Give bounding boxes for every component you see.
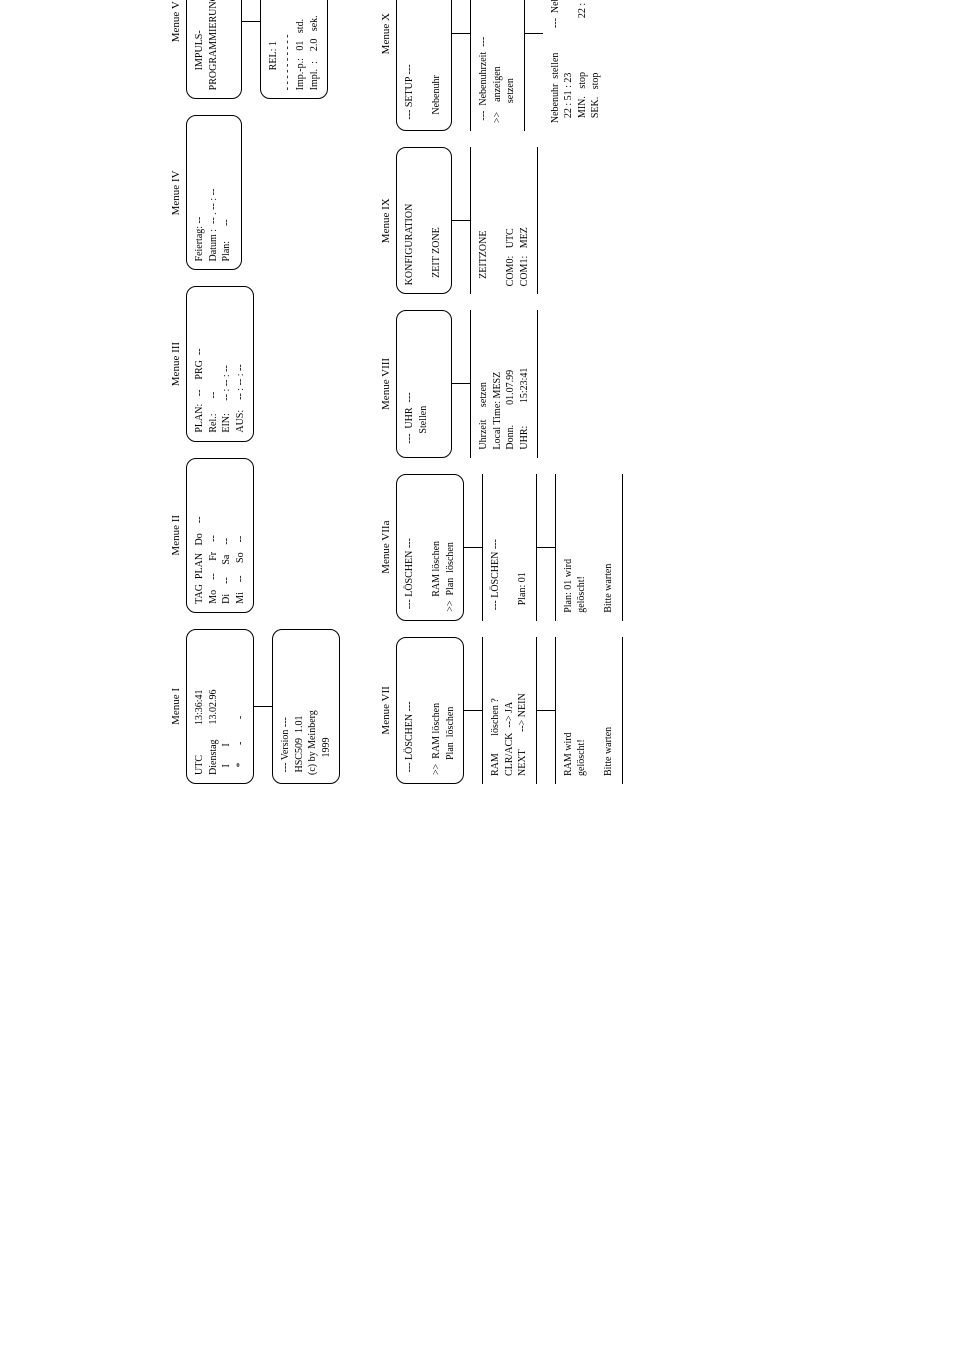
menu-sub-box: RAM löschen ? CLR/ACK --> JA NEXT --> NE…: [482, 637, 537, 784]
menu-title: Menue V: [170, 0, 182, 99]
menu-sub-box: REL: 1 - - - - - - - - - - Imp.-p.: 01 s…: [260, 0, 328, 99]
menu-row-2: Menue VII --- LÖSCHEN --- >> RAM löschen…: [380, 0, 623, 784]
menu-col-4: Menue IV Feiertag: -- Datum : -- . -- : …: [170, 115, 340, 270]
menu-col-1: Menue I UTC 13:36:41 Dienstag 13.02.96 I…: [170, 629, 340, 784]
menu-sub-box: ZEITZONE COM0: UTC COM1: MEZ: [470, 147, 538, 294]
menu-title: Menue II: [170, 458, 182, 613]
menu-row-1: Menue I UTC 13:36:41 Dienstag 13.02.96 I…: [170, 0, 340, 784]
menu-sub-box: --- Nebenuhrzeit --- 22 : 51 : 23: [543, 0, 609, 39]
connector: [525, 0, 543, 131]
connector: [254, 629, 272, 784]
menu-title: Menue I: [170, 629, 182, 784]
menu-col-9: Menue IX KONFIGURATION ZEIT ZONE ZEITZON…: [380, 147, 623, 294]
menu-box: --- LÖSCHEN --- RAM löschen >> Plan lösc…: [396, 474, 464, 621]
menu-box: Feiertag: -- Datum : -- . -- : -- Plan: …: [186, 115, 242, 270]
menu-col-5: Menue V IMPULS- PROGRAMMIERUNG REL: 1 - …: [170, 0, 340, 99]
menu-col-7: Menue VII --- LÖSCHEN --- >> RAM löschen…: [380, 637, 623, 784]
menu-sub-box: --- LÖSCHEN --- Plan: 01: [482, 474, 537, 621]
menu-box: --- UHR --- Stellen: [396, 310, 452, 457]
menu-box: --- SETUP --- Nebenuhr: [396, 0, 452, 131]
connector: [452, 0, 470, 131]
menu-title: Menue IV: [170, 115, 182, 270]
connector: [242, 0, 260, 99]
connector: [452, 310, 470, 457]
menu-title: Menue III: [170, 286, 182, 441]
menu-box: IMPULS- PROGRAMMIERUNG: [186, 0, 242, 99]
menu-box: KONFIGURATION ZEIT ZONE: [396, 147, 452, 294]
menu-title: Menue IX: [380, 147, 392, 294]
menu-title: Menue VIII: [380, 310, 392, 457]
menu-title: Menue VII: [380, 637, 392, 784]
menu-sub-box: --- Nebenuhrzeit --- >> anzeigen setzen: [470, 0, 525, 131]
menu-sub-box: Nebenuhr stellen 22 : 51 : 23 MIN. stop …: [543, 45, 609, 132]
menu-title: Menue VIIa: [380, 474, 392, 621]
menu-col-2: Menue II TAG PLAN Do -- Mo -- Fr -- Di -…: [170, 458, 340, 613]
connector: [452, 147, 470, 294]
menu-col-7a: Menue VIIa --- LÖSCHEN --- RAM löschen >…: [380, 474, 623, 621]
menu-box: PLAN: -- PRG -- Rel.: -- EIN: -- : -- : …: [186, 286, 254, 441]
menu-sub-box: Plan: 01 wird gelöscht! Bitte warten: [555, 474, 623, 621]
menu-title: Menue X: [380, 0, 392, 131]
menu-box: TAG PLAN Do -- Mo -- Fr -- Di -- Sa -- M…: [186, 458, 254, 613]
menu-sub-box: Uhrzeit setzen Local Time: MESZ Donn. 01…: [470, 310, 538, 457]
menu-col-3: Menue III PLAN: -- PRG -- Rel.: -- EIN: …: [170, 286, 340, 441]
connector: [537, 637, 555, 784]
menu-box: --- LÖSCHEN --- >> RAM löschen Plan lösc…: [396, 637, 464, 784]
menu-sub-box: --- Version --- HSC509 1.01 (c) by Meinb…: [272, 629, 340, 784]
connector: [537, 474, 555, 621]
menu-box: UTC 13:36:41 Dienstag 13.02.96 I I * - -: [186, 629, 254, 784]
menu-sub-box: RAM wird gelöscht! Bitte warten: [555, 637, 623, 784]
connector: [464, 637, 482, 784]
menu-col-8: Menue VIII --- UHR --- Stellen Uhrzeit s…: [380, 310, 623, 457]
menu-col-10: Menue X --- SETUP --- Nebenuhr --- Neben…: [380, 0, 623, 131]
connector: [464, 474, 482, 621]
page-content: Menue I UTC 13:36:41 Dienstag 13.02.96 I…: [0, 0, 954, 954]
